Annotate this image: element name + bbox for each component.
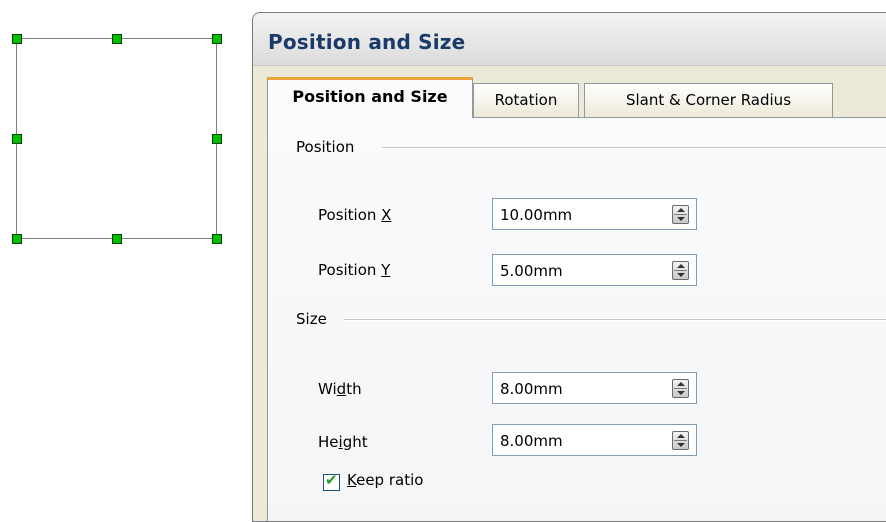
resize-handle-top-left[interactable] (12, 34, 22, 44)
keep-ratio-checkbox[interactable]: ✔ (323, 471, 340, 491)
position-and-size-dialog: Position and Size Position and Size Rota… (252, 12, 886, 522)
position-group-divider (382, 147, 886, 149)
position-group-label: Position (296, 138, 355, 156)
tab-position-and-size[interactable]: Position and Size (267, 77, 473, 118)
height-label: Height (318, 433, 368, 451)
spin-down-icon[interactable] (677, 273, 685, 277)
width-field[interactable]: 8.00mm (492, 372, 697, 404)
selected-shape[interactable] (0, 0, 240, 260)
spin-button[interactable] (672, 431, 689, 450)
resize-handle-bottom-right[interactable] (212, 234, 222, 244)
tab-label: Slant & Corner Radius (625, 91, 792, 109)
size-group-divider (344, 319, 886, 321)
size-group-label: Size (296, 310, 327, 328)
spin-button[interactable] (672, 379, 689, 398)
spin-up-icon[interactable] (677, 382, 685, 386)
resize-handle-bottom-left[interactable] (12, 234, 22, 244)
position-y-label: Position Y (318, 261, 391, 279)
resize-handle-bottom-center[interactable] (112, 234, 122, 244)
position-y-field[interactable]: 5.00mm (492, 254, 697, 286)
spin-up-icon[interactable] (677, 434, 685, 438)
position-x-field[interactable]: 10.00mm (492, 198, 697, 230)
shape-outline[interactable] (16, 38, 217, 239)
position-x-value[interactable]: 10.00mm (500, 206, 572, 224)
resize-handle-top-right[interactable] (212, 34, 222, 44)
dialog-title: Position and Size (268, 30, 466, 54)
spin-down-icon[interactable] (677, 217, 685, 221)
width-value[interactable]: 8.00mm (500, 380, 563, 398)
spin-down-icon[interactable] (677, 443, 685, 447)
keep-ratio-label[interactable]: Keep ratio (347, 471, 423, 489)
spin-button[interactable] (672, 261, 689, 280)
resize-handle-middle-left[interactable] (12, 134, 22, 144)
tab-label: Position and Size (292, 87, 448, 106)
tab-label: Rotation (494, 91, 558, 109)
tab-rotation[interactable]: Rotation (473, 83, 579, 117)
width-label: Width (318, 380, 362, 398)
resize-handle-top-center[interactable] (112, 34, 122, 44)
tab-panel: Position Position X 10.00mm Position Y 5… (267, 117, 886, 521)
spin-up-icon[interactable] (677, 264, 685, 268)
spin-down-icon[interactable] (677, 391, 685, 395)
resize-handle-middle-right[interactable] (212, 134, 222, 144)
position-y-value[interactable]: 5.00mm (500, 262, 563, 280)
checkmark-icon: ✔ (325, 471, 338, 489)
spin-up-icon[interactable] (677, 208, 685, 212)
height-value[interactable]: 8.00mm (500, 432, 563, 450)
spin-button[interactable] (672, 205, 689, 224)
height-field[interactable]: 8.00mm (492, 424, 697, 456)
position-x-label: Position X (318, 206, 392, 224)
tab-slant-corner-radius[interactable]: Slant & Corner Radius (584, 83, 833, 117)
